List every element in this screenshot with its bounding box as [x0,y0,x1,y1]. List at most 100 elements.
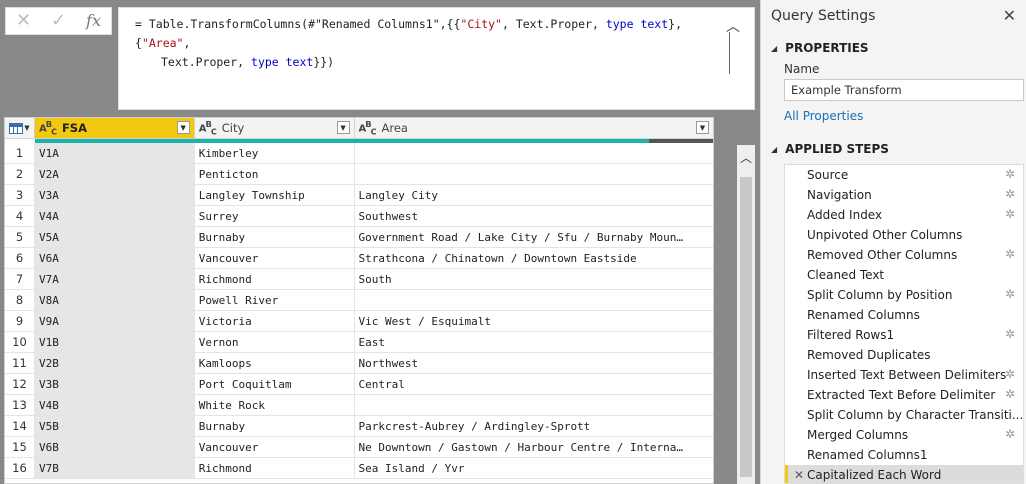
column-header-area[interactable]: ABC Area ▼ [355,118,713,138]
cell-area[interactable]: Vic West / Esquimalt [355,311,713,331]
query-name-input[interactable] [784,79,1024,101]
row-number[interactable]: 13 [5,395,35,415]
cell-fsa[interactable]: V2A [34,164,195,184]
row-number[interactable]: 3 [5,185,35,205]
text-type-icon[interactable]: ABC [39,119,57,136]
cell-area[interactable]: Strathcona / Chinatown / Downtown Eastsi… [355,248,713,268]
applied-step[interactable]: Removed Duplicates [785,345,1023,365]
cell-fsa[interactable]: V6A [34,248,195,268]
cell-fsa[interactable]: V2B [34,353,195,373]
row-number[interactable]: 5 [5,227,35,247]
filter-dropdown-icon[interactable]: ▼ [176,121,190,134]
gear-icon[interactable]: ✲ [1005,187,1015,201]
applied-step[interactable]: Cleaned Text [785,265,1023,285]
cell-city[interactable]: Richmond [195,269,355,289]
cell-fsa[interactable]: V4B [34,395,195,415]
scroll-up-icon[interactable]: ︿ [737,145,755,171]
commit-icon[interactable]: ✓ [41,7,76,35]
row-number[interactable]: 16 [5,458,35,478]
cell-area[interactable]: Ne Downtown / Gastown / Harbour Centre /… [355,437,713,457]
applied-step[interactable]: Split Column by Position ✲ [785,285,1023,305]
properties-section-toggle[interactable]: ◢ PROPERTIES [771,41,869,55]
cell-area[interactable]: East [355,332,713,352]
applied-step[interactable]: Merged Columns ✲ [785,425,1023,445]
close-icon[interactable]: ✕ [1003,6,1016,25]
applied-steps-section-toggle[interactable]: ◢ APPLIED STEPS [771,142,889,156]
cell-area[interactable]: Langley City [355,185,713,205]
cancel-icon[interactable]: ✕ [6,7,41,35]
cell-area[interactable]: Parkcrest-Aubrey / Ardingley-Sprott [355,416,713,436]
cell-fsa[interactable]: V7B [34,458,195,478]
gear-icon[interactable]: ✲ [1005,247,1015,261]
cell-area[interactable]: Sea Island / Yvr [355,458,713,478]
cell-area[interactable]: Government Road / Lake City / Sfu / Burn… [355,227,713,247]
table-menu-button[interactable]: ▼ [5,118,35,138]
cell-city[interactable]: Powell River [195,290,355,310]
grid-vertical-scrollbar[interactable]: ︿ [737,145,755,484]
column-header-city[interactable]: ABC City ▼ [195,118,355,138]
row-number[interactable]: 14 [5,416,35,436]
gear-icon[interactable]: ✲ [1005,207,1015,221]
gear-icon[interactable]: ✲ [1005,387,1015,401]
row-number[interactable]: 8 [5,290,35,310]
cell-city[interactable]: Vancouver [195,248,355,268]
column-header-fsa[interactable]: ABC FSA ▼ [34,118,195,138]
cell-city[interactable]: Kimberley [195,143,355,163]
row-number[interactable]: 4 [5,206,35,226]
applied-step[interactable]: ✕ Capitalized Each Word [785,465,1023,483]
filter-dropdown-icon[interactable]: ▼ [336,121,350,134]
row-number[interactable]: 15 [5,437,35,457]
applied-step[interactable]: Added Index ✲ [785,205,1023,225]
applied-step[interactable]: Filtered Rows1 ✲ [785,325,1023,345]
applied-step[interactable]: Removed Other Columns ✲ [785,245,1023,265]
cell-area[interactable]: Central [355,374,713,394]
cell-fsa[interactable]: V3A [34,185,195,205]
cell-city[interactable]: Victoria [195,311,355,331]
applied-step[interactable]: Unpivoted Other Columns [785,225,1023,245]
filter-dropdown-icon[interactable]: ▼ [696,121,709,134]
cell-fsa[interactable]: V4A [34,206,195,226]
row-number[interactable]: 10 [5,332,35,352]
cell-fsa[interactable]: V5A [34,227,195,247]
applied-step[interactable]: Extracted Text Before Delimiter ✲ [785,385,1023,405]
cell-fsa[interactable]: V1A [34,143,195,163]
row-number[interactable]: 2 [5,164,35,184]
applied-step[interactable]: Source ✲ [785,165,1023,185]
applied-step[interactable]: Split Column by Character Transiti... [785,405,1023,425]
cell-fsa[interactable]: V5B [34,416,195,436]
cell-area[interactable]: Northwest [355,353,713,373]
text-type-icon[interactable]: ABC [359,119,377,136]
applied-step[interactable]: Inserted Text Between Delimiters ✲ [785,365,1023,385]
cell-city[interactable]: White Rock [195,395,355,415]
cell-fsa[interactable]: V3B [34,374,195,394]
cell-fsa[interactable]: V9A [34,311,195,331]
applied-step[interactable]: Navigation ✲ [785,185,1023,205]
cell-area[interactable] [355,395,713,415]
gear-icon[interactable]: ✲ [1005,367,1015,381]
cell-fsa[interactable]: V7A [34,269,195,289]
gear-icon[interactable]: ✲ [1005,167,1015,181]
row-number[interactable]: 12 [5,374,35,394]
cell-city[interactable]: Vancouver [195,437,355,457]
gear-icon[interactable]: ✲ [1005,327,1015,341]
cell-city[interactable]: Burnaby [195,227,355,247]
cell-city[interactable]: Vernon [195,332,355,352]
cell-city[interactable]: Surrey [195,206,355,226]
applied-step[interactable]: Renamed Columns [785,305,1023,325]
applied-step[interactable]: Renamed Columns1 [785,445,1023,465]
cell-fsa[interactable]: V8A [34,290,195,310]
fx-icon[interactable]: fx [76,7,111,35]
cell-fsa[interactable]: V6B [34,437,195,457]
cell-city[interactable]: Burnaby [195,416,355,436]
cell-city[interactable]: Langley Township [195,185,355,205]
formula-bar[interactable]: = Table.TransformColumns(#"Renamed Colum… [118,7,755,110]
row-number[interactable]: 6 [5,248,35,268]
gear-icon[interactable]: ✲ [1005,287,1015,301]
row-number[interactable]: 1 [5,143,35,163]
row-number[interactable]: 9 [5,311,35,331]
cell-area[interactable]: South [355,269,713,289]
cell-city[interactable]: Kamloops [195,353,355,373]
cell-city[interactable]: Richmond [195,458,355,478]
cell-area[interactable]: Southwest [355,206,713,226]
gear-icon[interactable]: ✲ [1005,427,1015,441]
